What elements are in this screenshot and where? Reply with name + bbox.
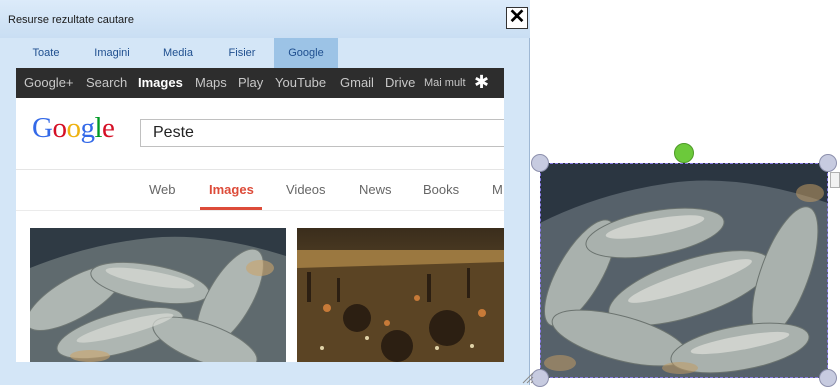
subnav-more[interactable]: M — [492, 182, 503, 197]
tab-imagini[interactable]: Imagini — [84, 38, 140, 68]
gbar-more[interactable]: Mai mult — [424, 77, 466, 89]
gear-icon[interactable]: ✱ — [474, 72, 489, 93]
tab-google[interactable]: Google — [274, 38, 338, 68]
gbar-gmail[interactable]: Gmail — [340, 75, 374, 90]
tab-toate[interactable]: Toate — [18, 38, 74, 68]
gbar-maps[interactable]: Maps — [195, 75, 227, 90]
google-results-frame: Google+ Search Images Maps Play YouTube … — [16, 68, 504, 362]
dialog-titlebar: Resurse rezultate cautare ✕ — [0, 0, 530, 38]
subnav-images[interactable]: Images — [209, 182, 254, 197]
dialog-title: Resurse rezultate cautare — [8, 14, 134, 26]
google-logo[interactable]: Google — [32, 112, 115, 145]
google-bar: Google+ Search Images Maps Play YouTube … — [16, 68, 504, 98]
gbar-drive[interactable]: Drive — [385, 75, 415, 90]
resize-handle-bottom-right[interactable] — [819, 369, 837, 387]
gbar-youtube[interactable]: YouTube — [275, 75, 326, 90]
fish-photo-icon — [30, 228, 286, 362]
subnav-videos[interactable]: Videos — [286, 182, 326, 197]
search-type-nav: Web Images Videos News Books M — [16, 170, 504, 210]
subnav-web[interactable]: Web — [149, 182, 176, 197]
selected-image[interactable] — [540, 163, 828, 378]
gbar-googleplus[interactable]: Google+ — [24, 75, 74, 90]
resize-grip-icon[interactable] — [520, 370, 534, 384]
menu-tab-icon[interactable] — [830, 172, 840, 188]
google-logo-text: Google — [32, 112, 115, 144]
resize-handle-top-left[interactable] — [531, 154, 549, 172]
subnav-news[interactable]: News — [359, 182, 392, 197]
gbar-search[interactable]: Search — [86, 75, 127, 90]
gbar-images[interactable]: Images — [138, 75, 183, 90]
fish-photo-icon — [540, 163, 828, 378]
rotate-handle[interactable] — [674, 143, 694, 163]
resize-handle-top-right[interactable] — [819, 154, 837, 172]
tab-media[interactable]: Media — [150, 38, 206, 68]
gbar-play[interactable]: Play — [238, 75, 263, 90]
result-painting-thumbnail[interactable] — [297, 228, 504, 362]
result-fish-thumbnail[interactable] — [30, 228, 286, 362]
painting-icon — [297, 228, 504, 362]
search-results-dialog: Resurse rezultate cautare ✕ Toate Imagin… — [0, 0, 530, 385]
divider — [16, 210, 504, 211]
subnav-books[interactable]: Books — [423, 182, 459, 197]
close-button[interactable]: ✕ — [506, 7, 528, 29]
tab-fisier[interactable]: Fisier — [214, 38, 270, 68]
tab-bar: Toate Imagini Media Fisier Google — [8, 38, 518, 68]
search-input[interactable]: Peste — [140, 119, 504, 147]
